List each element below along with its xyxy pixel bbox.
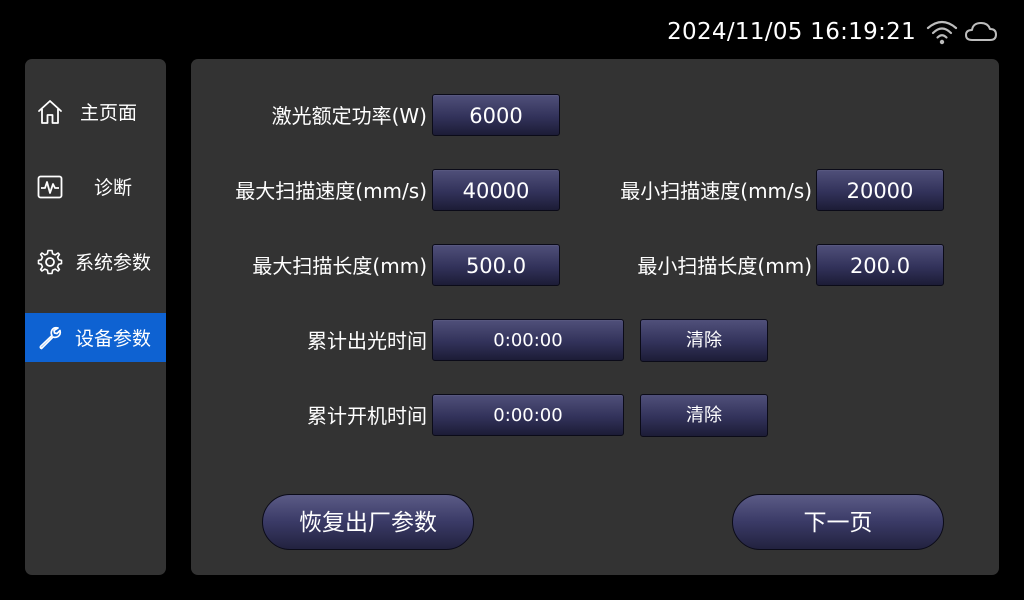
- total-power-on-time-field: 0:00:00: [432, 394, 624, 436]
- sidebar: 主页面 诊断 系统参数 设备参数: [25, 59, 166, 575]
- sidebar-item-label: 主页面: [80, 102, 138, 124]
- max-scan-speed-label: 最大扫描速度(mm/s): [235, 179, 427, 203]
- wifi-icon: [926, 20, 958, 45]
- sidebar-item-home[interactable]: 主页面: [25, 87, 166, 136]
- clear-power-on-time-button[interactable]: 清除: [640, 394, 768, 437]
- min-scan-length-field[interactable]: 200.0: [816, 244, 944, 286]
- max-scan-length-label: 最大扫描长度(mm): [252, 254, 427, 278]
- sidebar-item-label: 设备参数: [75, 328, 152, 350]
- device-params-panel: 激光额定功率(W) 6000 最大扫描速度(mm/s) 40000 最小扫描速度…: [191, 59, 999, 575]
- min-scan-speed-field[interactable]: 20000: [816, 169, 944, 211]
- rated-power-field[interactable]: 6000: [432, 94, 560, 136]
- home-icon: [38, 100, 62, 124]
- sidebar-item-label: 系统参数: [75, 252, 152, 274]
- sidebar-item-device-params[interactable]: 设备参数: [25, 313, 166, 362]
- clear-emission-time-button[interactable]: 清除: [640, 319, 768, 362]
- sidebar-item-label: 诊断: [94, 177, 133, 199]
- total-emission-time-field: 0:00:00: [432, 319, 624, 361]
- max-scan-length-field[interactable]: 500.0: [432, 244, 560, 286]
- status-bar: 2024/11/05 16:19:21: [667, 16, 998, 48]
- wrench-icon: [39, 326, 62, 350]
- rated-power-label: 激光额定功率(W): [271, 104, 427, 128]
- sidebar-item-system-params[interactable]: 系统参数: [25, 237, 166, 286]
- min-scan-speed-label: 最小扫描速度(mm/s): [620, 179, 812, 203]
- sidebar-item-diagnostics[interactable]: 诊断: [25, 162, 166, 211]
- next-page-button[interactable]: 下一页: [732, 494, 944, 550]
- restore-defaults-button[interactable]: 恢复出厂参数: [262, 494, 474, 550]
- min-scan-length-label: 最小扫描长度(mm): [637, 254, 812, 278]
- cloud-icon: [965, 22, 997, 41]
- waveform-icon: [37, 175, 63, 199]
- gear-icon: [37, 249, 63, 275]
- datetime-display: 2024/11/05 16:19:21: [667, 19, 916, 45]
- total-power-on-time-label: 累计开机时间: [307, 404, 427, 428]
- total-emission-time-label: 累计出光时间: [307, 329, 427, 353]
- max-scan-speed-field[interactable]: 40000: [432, 169, 560, 211]
